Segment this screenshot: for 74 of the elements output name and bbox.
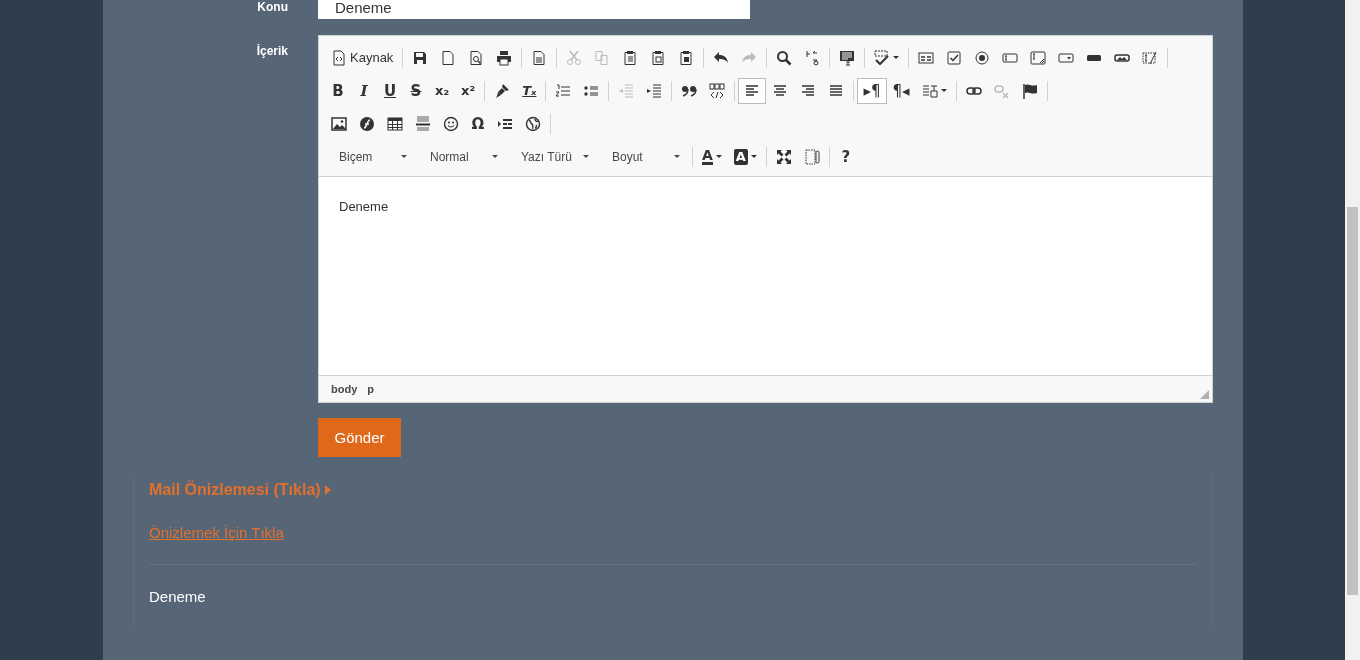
globe-icon bbox=[525, 115, 541, 132]
align-justify-icon bbox=[828, 82, 845, 99]
spellcheck-icon bbox=[874, 49, 891, 66]
alignleft-button[interactable] bbox=[738, 77, 767, 104]
dropdown[interactable]: Normal bbox=[416, 143, 507, 170]
italic-button[interactable]: I bbox=[351, 77, 377, 104]
page-lines-icon bbox=[531, 49, 548, 66]
subscript-button[interactable]: x₂ bbox=[429, 77, 456, 104]
dropdown[interactable]: Yazı Türü bbox=[507, 143, 598, 170]
align-left-icon bbox=[744, 82, 761, 99]
tick-square-icon bbox=[946, 49, 963, 66]
form-icon bbox=[918, 49, 935, 66]
horizontal-rule-icon bbox=[415, 115, 431, 132]
flag-icon bbox=[1021, 82, 1038, 99]
hidden-field-icon bbox=[1142, 49, 1159, 66]
element-path-item[interactable]: p bbox=[367, 383, 374, 395]
flash-icon bbox=[359, 115, 375, 132]
dropdown[interactable]: Boyut bbox=[598, 143, 689, 170]
field-label: İçerik bbox=[255, 43, 289, 60]
search-icon bbox=[776, 49, 793, 66]
brush-icon bbox=[494, 82, 511, 99]
clipboard-icon bbox=[622, 49, 639, 66]
outdent-icon bbox=[618, 82, 635, 99]
editor-content[interactable]: Deneme bbox=[319, 176, 1212, 376]
div-icon bbox=[709, 82, 726, 99]
picture-icon bbox=[331, 115, 347, 132]
align-right-icon bbox=[800, 82, 817, 99]
superscript-button[interactable]: x² bbox=[455, 77, 482, 104]
underline-button[interactable]: U bbox=[377, 77, 403, 104]
specialchar-button[interactable]: Ω bbox=[465, 110, 491, 137]
floppy-icon bbox=[412, 49, 429, 66]
bold-button[interactable]: B bbox=[325, 77, 351, 104]
table-icon bbox=[387, 115, 403, 132]
about-button[interactable]: ? bbox=[832, 143, 859, 170]
triangle-right-icon bbox=[324, 485, 331, 495]
dropdown[interactable]: Biçem bbox=[325, 143, 416, 170]
ltr-button[interactable]: ▸¶ bbox=[857, 77, 887, 104]
printer-icon bbox=[496, 49, 513, 66]
pages-icon bbox=[594, 49, 611, 66]
caret-icon bbox=[674, 155, 680, 158]
scrollbar[interactable] bbox=[1345, 0, 1360, 660]
page-magnifier-icon bbox=[468, 49, 485, 66]
element-path-item[interactable]: body bbox=[331, 383, 358, 395]
rtl-button[interactable]: ¶◂ bbox=[886, 77, 916, 104]
caret-icon bbox=[401, 155, 407, 158]
expand-arrows-icon bbox=[775, 148, 792, 165]
page-icon bbox=[440, 49, 457, 66]
indent-icon bbox=[646, 82, 663, 99]
show-blocks-icon bbox=[803, 148, 820, 165]
clipboard-icon bbox=[650, 49, 667, 66]
subject-input[interactable]: Deneme bbox=[318, 0, 750, 19]
removeformat-button[interactable]: Tₓ bbox=[516, 77, 543, 104]
align-center-icon bbox=[772, 82, 789, 99]
clipboard-icon bbox=[678, 49, 695, 66]
swap-arrows-icon bbox=[804, 49, 821, 66]
caret-icon bbox=[583, 155, 589, 158]
smiley-icon bbox=[443, 115, 459, 132]
strike-button[interactable]: S bbox=[403, 77, 429, 104]
resize-grip-icon[interactable] bbox=[1200, 390, 1209, 399]
dot-circle-icon bbox=[974, 49, 991, 66]
text-area-icon bbox=[1030, 49, 1047, 66]
language-icon bbox=[921, 82, 938, 99]
bgcolor-button[interactable]: A bbox=[727, 143, 763, 170]
select-all-icon bbox=[839, 49, 856, 66]
preview-text: Deneme bbox=[149, 588, 207, 605]
caret-icon bbox=[492, 155, 498, 158]
scrollbar-thumb[interactable] bbox=[1347, 207, 1358, 595]
source-button[interactable]: Kaynak bbox=[325, 44, 400, 71]
scissors-icon bbox=[566, 49, 583, 66]
textcolor-button[interactable]: A bbox=[696, 143, 728, 170]
broken-link-icon bbox=[993, 82, 1010, 99]
field-label: Konu bbox=[256, 0, 289, 14]
source-icon bbox=[331, 49, 347, 66]
numbered-list-icon bbox=[555, 82, 572, 99]
